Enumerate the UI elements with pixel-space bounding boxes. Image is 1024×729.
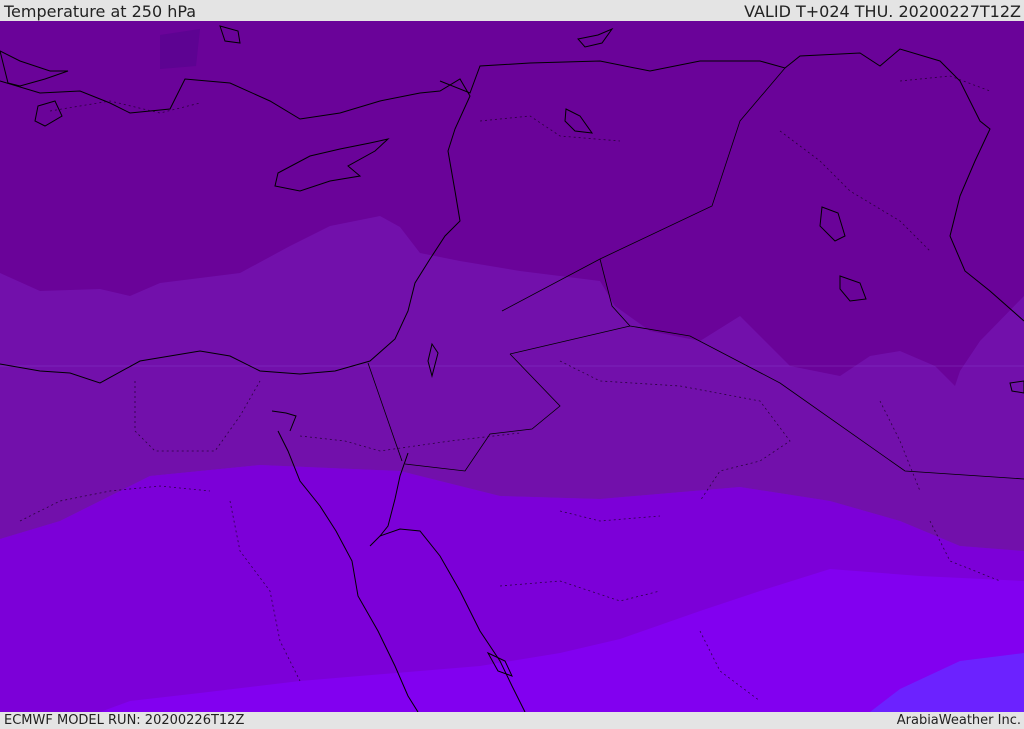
header-bar: Temperature at 250 hPa VALID T+024 THU. … (0, 0, 1024, 21)
temperature-map (0, 21, 1024, 712)
valid-time-label: VALID T+024 THU. 20200227T12Z (744, 2, 1021, 21)
map-title: Temperature at 250 hPa (4, 2, 197, 21)
model-run-label: ECMWF MODEL RUN: 20200226T12Z (4, 713, 245, 728)
footer-bar: ECMWF MODEL RUN: 20200226T12Z ArabiaWeat… (0, 712, 1024, 729)
credit-label: ArabiaWeather Inc. (896, 713, 1021, 728)
band-pocket (160, 29, 200, 69)
